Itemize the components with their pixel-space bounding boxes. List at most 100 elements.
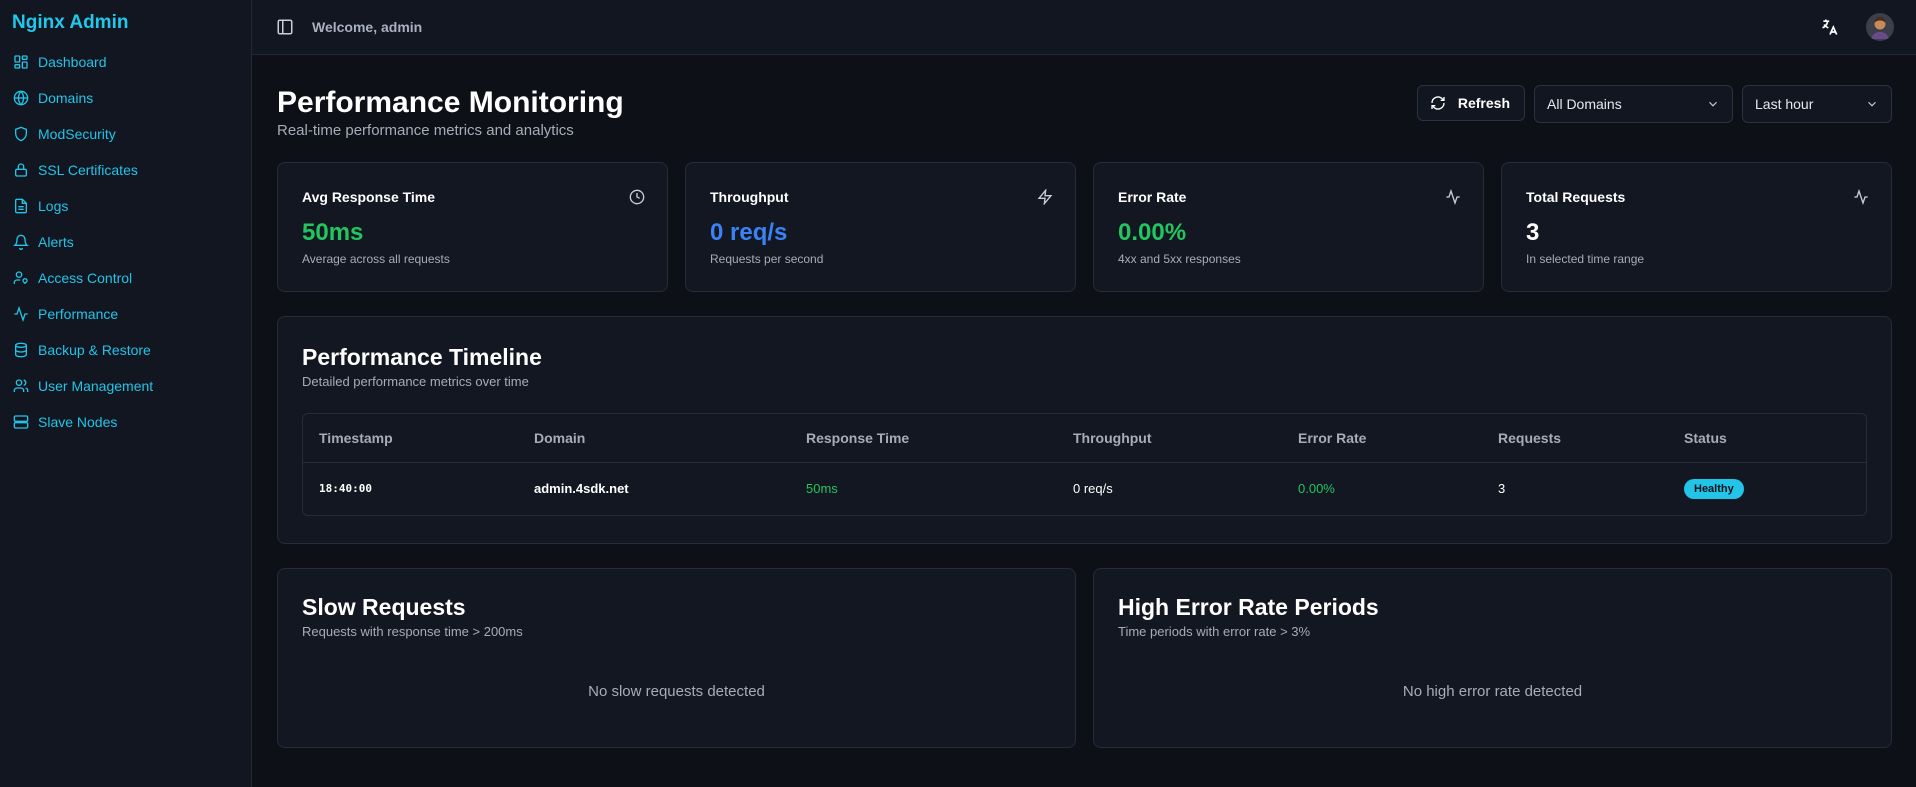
stat-label: Total Requests [1526,189,1626,205]
column-header: Throughput [1057,414,1282,463]
slow-requests-title: Slow Requests [302,594,466,620]
database-icon [13,342,29,358]
stat-label: Error Rate [1118,189,1187,205]
stat-card-error-rate: Error Rate 0.00% 4xx and 5xx responses [1093,162,1484,292]
sidebar-item-label: User Management [38,378,154,394]
server-icon [13,414,29,430]
cell-throughput: 0 req/s [1073,481,1113,497]
high-error-title: High Error Rate Periods [1118,594,1379,620]
stat-value: 50ms [302,219,364,246]
stat-value: 0.00% [1118,219,1187,246]
stats-row: Avg Response Time 50ms Average across al… [277,162,1892,292]
page-subtitle: Real-time performance metrics and analyt… [277,122,574,139]
sidebar-item-label: ModSecurity [38,126,116,142]
sidebar-nav: Dashboard Domains ModSecurity SSL Certif… [0,44,251,440]
sidebar-item-ssl-certificates[interactable]: SSL Certificates [0,152,251,188]
welcome-text: Welcome, admin [312,19,423,35]
table-row: 18:40:00 admin.4sdk.net 50ms 0 req/s 0.0… [303,462,1866,515]
sidebar-item-modsecurity[interactable]: ModSecurity [0,116,251,152]
bottom-panels: Slow Requests Requests with response tim… [277,568,1892,748]
sidebar-item-user-management[interactable]: User Management [0,368,251,404]
column-header: Timestamp [303,414,518,463]
cell-response-time: 50ms [806,481,838,497]
stat-card-throughput: Throughput 0 req/s Requests per second [685,162,1076,292]
user-key-icon [13,270,29,286]
sidebar-toggle-icon[interactable] [276,18,294,36]
sidebar-item-label: Backup & Restore [38,342,151,358]
stat-description: Average across all requests [302,252,450,266]
sidebar-item-alerts[interactable]: Alerts [0,224,251,260]
bell-icon [13,234,29,250]
high-error-empty-state: No high error rate detected [1402,683,1583,700]
file-icon [13,198,29,214]
cell-domain: admin.4sdk.net [534,481,629,497]
stat-description: 4xx and 5xx responses [1118,252,1241,266]
activity-icon [13,306,29,322]
users-icon [13,378,29,394]
stat-card-total-requests: Total Requests 3 In selected time range [1501,162,1892,292]
slow-requests-empty-state: No slow requests detected [588,683,765,700]
sidebar-item-domains[interactable]: Domains [0,80,251,116]
lock-icon [13,162,29,178]
zap-icon [1037,189,1053,205]
sidebar-item-label: Dashboard [38,54,107,70]
refresh-label: Refresh [1457,95,1510,111]
page-title: Performance Monitoring [277,86,624,119]
topbar-actions [1820,13,1894,41]
brand-title: Nginx Admin [12,12,129,33]
stat-label: Avg Response Time [302,189,436,205]
dashboard-icon [13,54,29,70]
sidebar-item-performance[interactable]: Performance [0,296,251,332]
sidebar-item-backup-restore[interactable]: Backup & Restore [0,332,251,368]
shield-icon [13,126,29,142]
globe-icon [13,90,29,106]
refresh-button[interactable]: Refresh [1416,85,1525,121]
cell-status: Healthy [1668,462,1866,515]
topbar: Welcome, admin [252,0,1916,55]
timeline-subtitle: Detailed performance metrics over time [302,374,529,389]
stat-value: 3 [1526,219,1540,246]
stat-card-avg-response: Avg Response Time 50ms Average across al… [277,162,668,292]
refresh-icon [1431,96,1445,110]
table-header-row: Timestamp Domain Response Time Throughpu… [303,414,1866,463]
domain-select-value: All Domains [1547,96,1622,112]
domain-select[interactable]: All Domains [1534,85,1733,123]
activity-icon [1853,189,1869,205]
sidebar-item-label: Performance [38,306,119,322]
sidebar-item-label: Slave Nodes [38,414,118,430]
sidebar-item-label: Access Control [38,270,133,286]
sidebar-item-logs[interactable]: Logs [0,188,251,224]
page-content: Performance Monitoring Real-time perform… [252,55,1916,748]
avatar[interactable] [1866,13,1894,41]
status-badge: Healthy [1684,478,1744,499]
column-header: Response Time [790,414,1057,463]
timeline-title: Performance Timeline [302,344,542,370]
sidebar-item-label: Alerts [38,234,74,250]
timeline-table: Timestamp Domain Response Time Throughpu… [302,413,1867,516]
sidebar-item-slave-nodes[interactable]: Slave Nodes [0,404,251,440]
sidebar-item-access-control[interactable]: Access Control [0,260,251,296]
activity-icon [1445,189,1461,205]
language-icon[interactable] [1820,17,1840,37]
stat-description: In selected time range [1526,252,1645,266]
cell-requests: 3 [1498,481,1506,497]
column-header: Requests [1482,414,1668,463]
column-header: Domain [518,414,790,463]
page-controls: Refresh All Domains Last hour [1416,85,1892,123]
sidebar-item-label: Domains [38,90,94,106]
high-error-subtitle: Time periods with error rate > 3% [1118,624,1311,639]
sidebar-item-dashboard[interactable]: Dashboard [0,44,251,80]
column-header: Status [1668,414,1866,463]
app-root: Nginx Admin Dashboard Domains ModSecurit… [0,0,1916,787]
time-range-select-value: Last hour [1755,96,1814,112]
main-area: Welcome, admin Performance Monitoring Re… [252,0,1916,787]
stat-description: Requests per second [710,252,824,266]
performance-timeline-card: Performance Timeline Detailed performanc… [277,316,1892,544]
chevron-down-icon [1868,101,1876,107]
sidebar-item-label: Logs [38,198,69,214]
column-header: Error Rate [1282,414,1482,463]
time-range-select[interactable]: Last hour [1742,85,1892,123]
sidebar: Nginx Admin Dashboard Domains ModSecurit… [0,0,252,787]
clock-icon [629,189,645,205]
slow-requests-subtitle: Requests with response time > 200ms [302,624,523,639]
